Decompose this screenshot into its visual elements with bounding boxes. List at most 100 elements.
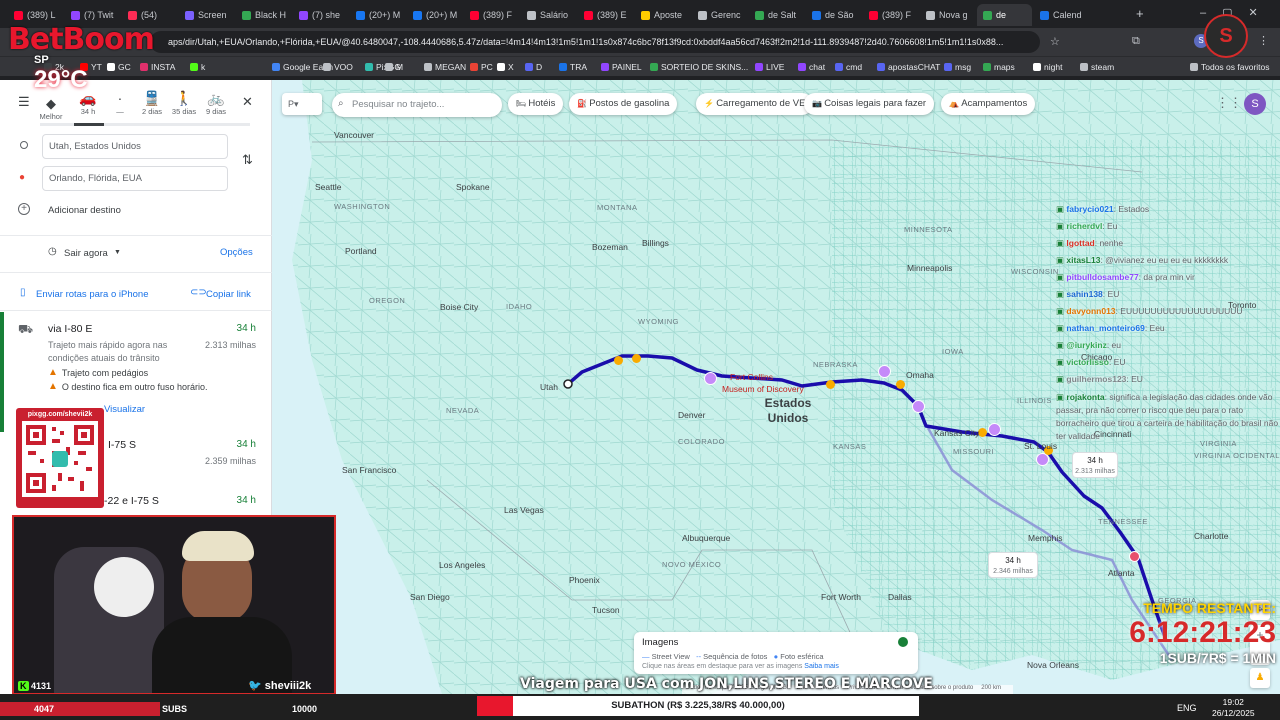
bookmark-item[interactable]: k xyxy=(190,59,205,75)
category-chip[interactable]: ⛽ Postos de gasolina xyxy=(569,93,678,115)
bookmark-item[interactable]: LIVE xyxy=(755,59,784,75)
toll-icon[interactable] xyxy=(614,356,623,365)
browser-tab[interactable]: de Salt xyxy=(749,4,804,26)
origin-input[interactable]: Utah, Estados Unidos xyxy=(42,134,228,159)
route-name: -22 e I-75 S xyxy=(104,495,159,507)
leave-now-dropdown[interactable]: Sair agora xyxy=(64,248,108,259)
account-avatar[interactable]: S xyxy=(1244,93,1266,115)
extension-icon[interactable]: ⧉ xyxy=(1132,35,1140,48)
bookmark-item[interactable]: VOO xyxy=(323,59,353,75)
route-time: 34 h xyxy=(236,323,256,334)
layer-toggle[interactable]: P▾ xyxy=(282,93,322,115)
divider xyxy=(0,235,272,236)
new-tab-button[interactable]: + xyxy=(1136,6,1144,21)
hamburger-menu-icon[interactable]: ☰ xyxy=(18,94,30,110)
swap-icon[interactable]: ⇅ xyxy=(242,152,253,168)
kick-count: 4131 xyxy=(31,681,52,691)
bookmark-item[interactable]: night xyxy=(1033,59,1062,75)
bookmark-item[interactable]: TRA xyxy=(559,59,587,75)
bookmark-item[interactable]: maps xyxy=(983,59,1015,75)
route-duration-box[interactable]: 34 h 2.313 milhas xyxy=(1072,452,1118,478)
bookmark-item[interactable]: SORTEIO DE SKINS... xyxy=(650,59,748,75)
browser-tab[interactable]: Black H xyxy=(236,4,291,26)
bookmark-icon xyxy=(650,63,658,71)
browser-tab[interactable]: Calend xyxy=(1034,4,1089,26)
browser-tab[interactable]: (389) E xyxy=(578,4,633,26)
toll-icon[interactable] xyxy=(632,354,641,363)
destination-input[interactable]: Orlando, Flórida, EUA xyxy=(42,166,228,191)
browser-tab[interactable]: Gerenc xyxy=(692,4,747,26)
bookmark-item[interactable]: apostasCHAT xyxy=(877,59,940,75)
route-poi-icon[interactable] xyxy=(988,423,1001,436)
bookmark-item[interactable]: Todos os favoritos xyxy=(1190,59,1270,75)
city-label: Kansas City xyxy=(934,428,980,438)
browser-tab[interactable]: de São xyxy=(806,4,861,26)
travel-mode-dash[interactable]: · — xyxy=(104,90,136,116)
bookmark-item[interactable]: cmd xyxy=(835,59,862,75)
origin-marker[interactable] xyxy=(563,379,573,389)
route-duration-box[interactable]: 34 h 2.346 milhas xyxy=(988,552,1038,578)
bookmark-item[interactable]: chat xyxy=(798,59,825,75)
map-footer-item[interactable]: 200 km xyxy=(981,685,1001,691)
apps-grid-icon[interactable]: ⋮⋮ xyxy=(1216,95,1242,111)
route-poi-icon[interactable] xyxy=(1129,551,1140,562)
toll-icon[interactable] xyxy=(826,380,835,389)
travel-mode-train[interactable]: 🚆 2 dias xyxy=(136,90,168,116)
browser-tab[interactable]: Nova g xyxy=(920,4,975,26)
bookmark-item[interactable]: steam xyxy=(1080,59,1114,75)
browser-tab[interactable]: de xyxy=(977,4,1032,26)
route-poi-icon[interactable] xyxy=(878,365,891,378)
menu-icon[interactable]: ⋮ xyxy=(1258,34,1269,47)
travel-mode-walk[interactable]: 🚶 35 dias xyxy=(168,90,200,116)
route-time: 34 h xyxy=(236,495,256,506)
imagery-toggle[interactable] xyxy=(898,637,908,647)
bookmark-item[interactable]: M xyxy=(385,59,403,75)
city-label: Billings xyxy=(642,238,669,248)
browser-tab[interactable]: (7) she xyxy=(293,4,348,26)
bike-icon: 🚲 xyxy=(207,90,225,106)
browser-tab[interactable]: (389) F xyxy=(863,4,918,26)
bookmark-icon xyxy=(1033,63,1041,71)
route-poi-icon[interactable] xyxy=(912,400,925,413)
category-chip[interactable]: ⚡ Carregamento de VE xyxy=(696,93,814,115)
browser-tab[interactable]: Screen xyxy=(179,4,234,26)
close-directions-icon[interactable]: ✕ xyxy=(242,94,253,110)
route-time: 34 h xyxy=(236,439,256,450)
bookmark-item[interactable]: PAINEL xyxy=(601,59,642,75)
send-to-iphone-link[interactable]: Enviar rotas para o iPhone xyxy=(36,289,148,300)
toll-icon[interactable] xyxy=(896,380,905,389)
browser-tab[interactable]: (389) F xyxy=(464,4,519,26)
learn-more-link[interactable]: Saiba mais xyxy=(804,663,839,670)
copy-link-button[interactable]: Copiar link xyxy=(206,289,251,300)
star-icon[interactable]: ☆ xyxy=(1050,35,1060,48)
travel-mode-bike[interactable]: 🚲 9 dias xyxy=(200,90,232,116)
browser-tab[interactable]: (20+) M xyxy=(407,4,462,26)
details-button[interactable]: Visualizar xyxy=(104,404,145,415)
bookmark-item[interactable]: GC xyxy=(107,59,131,75)
options-button[interactable]: Opções xyxy=(220,247,253,258)
bookmark-item[interactable]: D xyxy=(525,59,542,75)
browser-tab[interactable]: Aposte xyxy=(635,4,690,26)
travel-mode-label: — xyxy=(116,107,124,116)
tab-title: (7) she xyxy=(312,10,341,20)
browser-tab[interactable]: (20+) M xyxy=(350,4,405,26)
bookmark-item[interactable]: INSTA xyxy=(140,59,175,75)
search-along-route-input[interactable]: Pesquisar no trajeto... xyxy=(332,93,502,117)
bookmark-item[interactable]: X xyxy=(497,59,514,75)
add-destination-link[interactable]: Adicionar destino xyxy=(48,205,121,216)
chat-badge-icon: ▣ xyxy=(1056,289,1067,299)
route-poi-icon[interactable] xyxy=(704,372,717,385)
chip-label: Acampamentos xyxy=(961,98,1028,109)
category-chip[interactable]: ⛺ Acampamentos xyxy=(941,93,1036,115)
bookmark-item[interactable]: msg xyxy=(944,59,971,75)
bookmark-item[interactable]: PC xyxy=(470,59,493,75)
category-chip[interactable]: 📷 Coisas legais para fazer xyxy=(804,93,935,115)
bookmark-item[interactable]: MEGAN xyxy=(424,59,466,75)
browser-tab[interactable]: Salário xyxy=(521,4,576,26)
mode-best[interactable]: ◆ Melhor xyxy=(38,96,64,121)
city-label: Charlotte xyxy=(1194,531,1229,541)
category-chip[interactable]: 🛏 Hotéis xyxy=(508,93,564,115)
url-text[interactable]: aps/dir/Utah,+EUA/Orlando,+Flórida,+EUA/… xyxy=(168,33,1032,51)
add-destination-icon[interactable]: + xyxy=(18,203,30,215)
chat-text: : Estados xyxy=(1113,204,1150,214)
